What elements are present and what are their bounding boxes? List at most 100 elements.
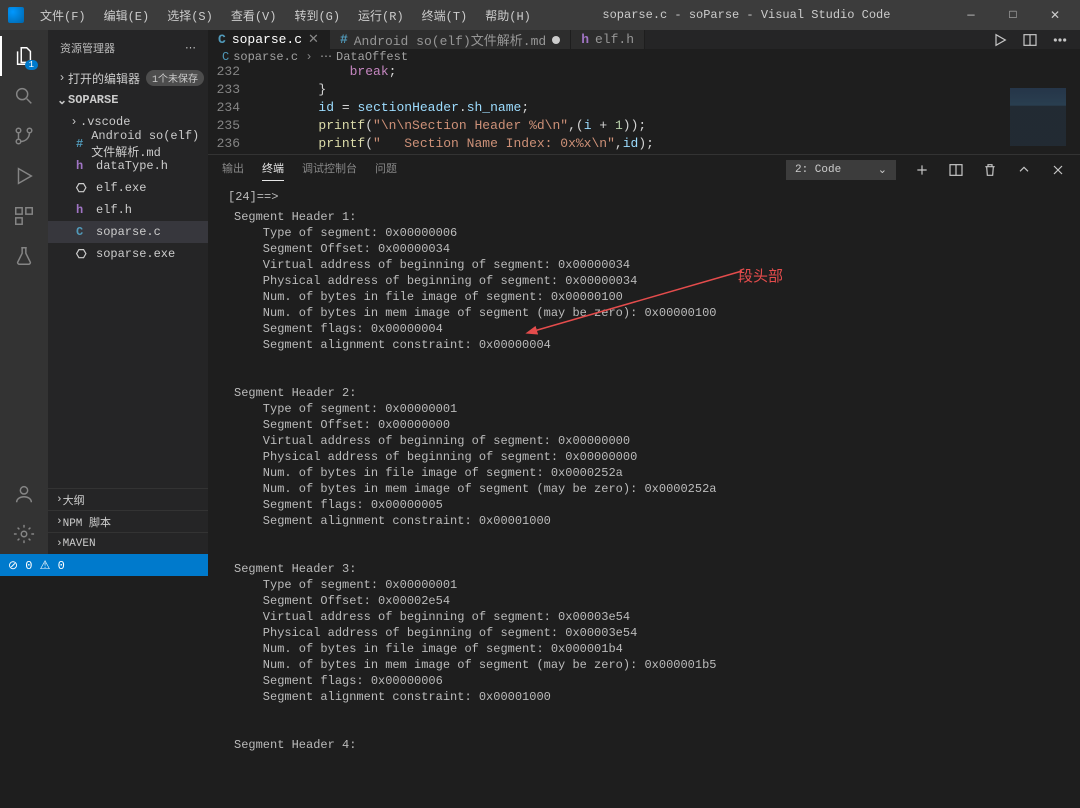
close-tab-icon[interactable]: ✕ <box>308 32 319 47</box>
line-number: 235 <box>208 118 256 136</box>
split-terminal-icon[interactable] <box>948 162 964 178</box>
editor-tab[interactable]: helf.h <box>571 30 645 49</box>
outline-section[interactable]: ›大纲 <box>48 488 208 510</box>
file-label: soparse.c <box>96 225 161 239</box>
flask-icon <box>13 245 35 267</box>
activity-search[interactable] <box>0 76 48 116</box>
breadcrumb[interactable]: C soparse.c › ⋯ DataOffest <box>208 49 1080 64</box>
activity-explorer[interactable]: 1 <box>0 36 48 76</box>
chevron-down-icon: ⌄ <box>878 163 887 177</box>
terminal-prompt: [24]==> <box>228 189 278 205</box>
file-item[interactable]: Csoparse.c <box>48 221 208 243</box>
editor-tabs: Csoparse.c✕ # Android so(elf)文件解析.md helf.h <box>208 30 1080 49</box>
file-item[interactable]: ⎔ soparse.exe <box>48 243 208 265</box>
tab-label: elf.h <box>595 32 634 47</box>
split-editor-icon[interactable] <box>1022 32 1038 48</box>
gear-icon <box>13 523 35 545</box>
folder-root[interactable]: ⌄ SOPARSE <box>48 89 208 111</box>
c-file-icon: C <box>222 50 229 64</box>
new-terminal-icon[interactable] <box>914 162 930 178</box>
activity-settings[interactable] <box>0 514 48 554</box>
panel-tab-output[interactable]: 输出 <box>222 160 244 180</box>
branch-icon <box>13 125 35 147</box>
file-label: dataType.h <box>96 159 168 173</box>
close-panel-icon[interactable] <box>1050 162 1066 178</box>
window-title: soparse.c - soParse - Visual Studio Code <box>539 8 954 22</box>
trash-icon[interactable] <box>982 162 998 178</box>
account-icon <box>13 483 35 505</box>
activity-testing[interactable] <box>0 236 48 276</box>
menu-edit[interactable]: 编辑(E) <box>96 3 158 28</box>
more-icon[interactable] <box>1052 32 1068 48</box>
editor-tab[interactable]: Csoparse.c✕ <box>208 30 330 49</box>
editor-area: Csoparse.c✕#Android so(elf)文件解析.mdhelf.h… <box>208 30 1080 554</box>
folder-root-label: SOPARSE <box>68 93 118 107</box>
window-maximize-button[interactable]: □ <box>996 8 1030 23</box>
window-close-button[interactable]: ✕ <box>1038 8 1072 23</box>
file-item[interactable]: ⎔elf.exe <box>48 177 208 199</box>
code-line: break; <box>256 64 396 82</box>
activity-run[interactable] <box>0 156 48 196</box>
chevron-right-icon: › <box>56 71 68 85</box>
line-number: 234 <box>208 100 256 118</box>
code-line: } <box>256 82 326 100</box>
run-file-icon[interactable] <box>992 32 1008 48</box>
panel-tab-problems[interactable]: 问题 <box>375 160 397 180</box>
menu-view[interactable]: 查看(V) <box>223 3 285 28</box>
file-type-icon: # <box>340 32 348 47</box>
explorer-title-label: 资源管理器 <box>60 40 115 56</box>
status-errors[interactable]: ⊘ 0 ⚠ 0 <box>0 558 73 573</box>
file-label: Android so(elf)文件解析.md <box>91 129 208 160</box>
terminal-output[interactable]: [24]==> Segment Header 1: Type of segmen… <box>208 185 1080 808</box>
panel-tab-debug[interactable]: 调试控制台 <box>302 160 357 180</box>
activity-account[interactable] <box>0 474 48 514</box>
explorer-title: 资源管理器 ⋯ <box>48 30 208 65</box>
line-number: 236 <box>208 136 256 154</box>
file-label: elf.exe <box>96 181 146 195</box>
breadcrumb-symbol: DataOffest <box>336 50 408 64</box>
npm-section[interactable]: ›NPM 脚本 <box>48 510 208 532</box>
menu-select[interactable]: 选择(S) <box>159 3 221 28</box>
maximize-panel-icon[interactable] <box>1016 162 1032 178</box>
maven-section[interactable]: ›MAVEN <box>48 532 208 554</box>
code-line: id = sectionHeader.sh_name; <box>256 100 529 118</box>
vscode-icon <box>8 7 24 23</box>
file-item[interactable]: #Android so(elf)文件解析.md <box>48 133 208 155</box>
line-number: 233 <box>208 82 256 100</box>
breadcrumb-file: soparse.c <box>233 50 298 64</box>
menu-goto[interactable]: 转到(G) <box>286 3 348 28</box>
dirty-dot-icon <box>552 36 560 44</box>
menu-help[interactable]: 帮助(H) <box>477 3 539 28</box>
file-type-icon: # <box>76 137 85 151</box>
menu-file[interactable]: 文件(F) <box>32 3 94 28</box>
tab-label: Android so(elf)文件解析.md <box>354 30 546 49</box>
file-type-icon: h <box>76 159 90 173</box>
file-type-icon: C <box>76 225 90 239</box>
menu-run[interactable]: 运行(R) <box>350 3 412 28</box>
file-label: soparse.exe <box>96 247 175 261</box>
explorer-more-icon[interactable]: ⋯ <box>185 41 196 55</box>
breadcrumb-symbol-icon: ⋯ <box>320 49 332 64</box>
panel-tabs: 输出 终端 调试控制台 问题 2: Code ⌄ <box>208 155 1080 185</box>
extensions-icon <box>13 205 35 227</box>
minimap[interactable] <box>1010 88 1066 146</box>
terminal-selector[interactable]: 2: Code ⌄ <box>786 160 896 180</box>
explorer-sidebar: 资源管理器 ⋯ › 打开的编辑器 1个未保存 ⌄ SOPARSE ›.vscod… <box>48 30 208 554</box>
file-item[interactable]: helf.h <box>48 199 208 221</box>
maven-label: MAVEN <box>63 538 96 550</box>
menu-terminal[interactable]: 终端(T) <box>414 3 476 28</box>
open-editors-section[interactable]: › 打开的编辑器 1个未保存 <box>48 67 208 89</box>
code-editor[interactable]: 232 break;233 }234 id = sectionHeader.sh… <box>208 64 1080 154</box>
file-type-icon: C <box>218 32 226 47</box>
file-label: elf.h <box>96 203 132 217</box>
explorer-badge: 1 <box>25 60 38 70</box>
file-type-icon: ⎔ <box>76 247 90 262</box>
panel-tab-terminal[interactable]: 终端 <box>262 160 284 181</box>
window-minimize-button[interactable]: — <box>954 8 988 23</box>
chevron-right-icon: › <box>302 50 316 64</box>
editor-tab[interactable]: # Android so(elf)文件解析.md <box>330 30 571 49</box>
activity-scm[interactable] <box>0 116 48 156</box>
annotation-label: 段头部 <box>738 269 783 285</box>
activity-extensions[interactable] <box>0 196 48 236</box>
code-line: printf(" Section Name Index: 0x%x\n",id)… <box>256 136 654 154</box>
